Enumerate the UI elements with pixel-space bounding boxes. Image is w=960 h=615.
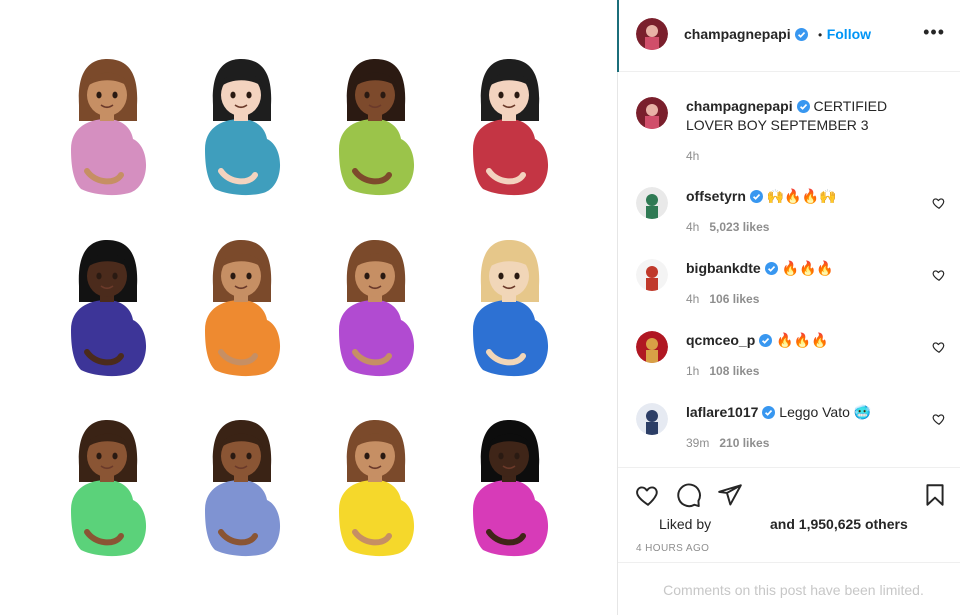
pregnant-woman-emoji	[59, 57, 155, 207]
caption-age: 4h	[686, 149, 700, 163]
comment-meta: 1h 108 likes	[686, 364, 759, 378]
comment-username[interactable]: offsetyrn	[686, 188, 746, 204]
comment-body: Leggo Vato 🥶	[779, 404, 872, 420]
comments-limited-notice: Comments on this post have been limited.	[618, 562, 960, 615]
pregnant-woman-emoji	[193, 238, 289, 388]
follow-separator: •	[818, 28, 823, 42]
comment-username[interactable]: bigbankdte	[686, 260, 761, 276]
comment-like-heart-icon[interactable]	[932, 412, 946, 426]
comment-body: 🙌🔥🔥🙌	[766, 188, 837, 204]
post-panel: champagnepapi • Follow ••• champagnepapi…	[617, 0, 960, 615]
pregnant-woman-emoji	[193, 57, 289, 207]
avatar[interactable]	[636, 18, 668, 50]
comment-icon[interactable]	[676, 482, 702, 508]
comment-meta: 4h 106 likes	[686, 292, 759, 306]
comment-likes[interactable]: 106 likes	[709, 292, 759, 306]
comment-age: 39m	[686, 436, 710, 450]
comment-item: laflare1017 Leggo Vato 🥶 39m 210 likes	[636, 403, 946, 459]
comment-text: bigbankdte 🔥🔥🔥	[686, 259, 926, 278]
comment-meta: 4h 5,023 likes	[686, 220, 769, 234]
comment-username[interactable]: qcmceo_p	[686, 332, 755, 348]
follow-button[interactable]: Follow	[827, 26, 871, 42]
comment-likes[interactable]: 210 likes	[719, 436, 769, 450]
liked-by-label: Liked by	[659, 516, 712, 532]
more-options-icon[interactable]: •••	[923, 23, 945, 41]
like-heart-icon[interactable]	[635, 482, 661, 508]
verified-badge-icon	[749, 190, 763, 203]
avatar[interactable]	[636, 97, 668, 129]
post-media[interactable]	[0, 0, 617, 615]
pregnant-woman-emoji	[461, 57, 557, 207]
pregnant-woman-emoji	[327, 57, 423, 207]
comment-like-heart-icon[interactable]	[932, 340, 946, 354]
comment-age: 4h	[686, 220, 700, 234]
verified-badge-icon	[762, 406, 776, 419]
post-actions: Liked by and 1,950,625 others 4 HOURS AG…	[618, 467, 960, 615]
pregnant-woman-emoji	[193, 418, 289, 568]
pregnant-woman-emoji	[327, 238, 423, 388]
post-header: champagnepapi • Follow •••	[617, 0, 960, 72]
comment-text: offsetyrn 🙌🔥🔥🙌	[686, 187, 926, 206]
comment-like-heart-icon[interactable]	[932, 196, 946, 210]
likes-count[interactable]: and 1,950,625 others	[770, 516, 908, 532]
avatar[interactable]	[636, 403, 668, 435]
verified-badge-icon	[796, 100, 810, 113]
pregnant-woman-emoji	[461, 418, 557, 568]
comment-item: bigbankdte 🔥🔥🔥 4h 106 likes	[636, 259, 946, 315]
verified-badge-icon	[764, 262, 778, 275]
comment-likes[interactable]: 108 likes	[709, 364, 759, 378]
post-timestamp: 4 HOURS AGO	[636, 543, 710, 554]
post-author-username[interactable]: champagnepapi	[684, 26, 791, 42]
pregnant-woman-emoji	[461, 238, 557, 388]
pregnant-woman-emoji	[59, 238, 155, 388]
comment-item: offsetyrn 🙌🔥🔥🙌 4h 5,023 likes	[636, 187, 946, 243]
pregnant-woman-emoji	[59, 418, 155, 568]
share-icon[interactable]	[717, 482, 743, 508]
avatar[interactable]	[636, 331, 668, 363]
comment-meta: 39m 210 likes	[686, 436, 769, 450]
bookmark-icon[interactable]	[922, 482, 948, 508]
comment-username[interactable]: laflare1017	[686, 404, 758, 420]
verified-badge-icon	[759, 334, 773, 347]
comment-likes[interactable]: 5,023 likes	[709, 220, 769, 234]
avatar[interactable]	[636, 259, 668, 291]
comment-age: 4h	[686, 292, 700, 306]
caption: champagnepapi CERTIFIED LOVER BOY SEPTEM…	[636, 97, 946, 167]
header-accent	[617, 0, 619, 72]
comment-item: qcmceo_p 🔥🔥🔥 1h 108 likes	[636, 331, 946, 387]
comment-text: qcmceo_p 🔥🔥🔥	[686, 331, 926, 350]
comment-text: laflare1017 Leggo Vato 🥶	[686, 403, 926, 422]
pregnant-woman-emoji	[327, 418, 423, 568]
caption-text: champagnepapi CERTIFIED LOVER BOY SEPTEM…	[686, 97, 926, 135]
comment-body: 🔥🔥🔥	[776, 332, 829, 348]
comment-body: 🔥🔥🔥	[781, 260, 834, 276]
avatar[interactable]	[636, 187, 668, 219]
comment-like-heart-icon[interactable]	[932, 268, 946, 282]
verified-badge-icon	[794, 28, 808, 41]
comment-age: 1h	[686, 364, 700, 378]
caption-username[interactable]: champagnepapi	[686, 98, 793, 114]
